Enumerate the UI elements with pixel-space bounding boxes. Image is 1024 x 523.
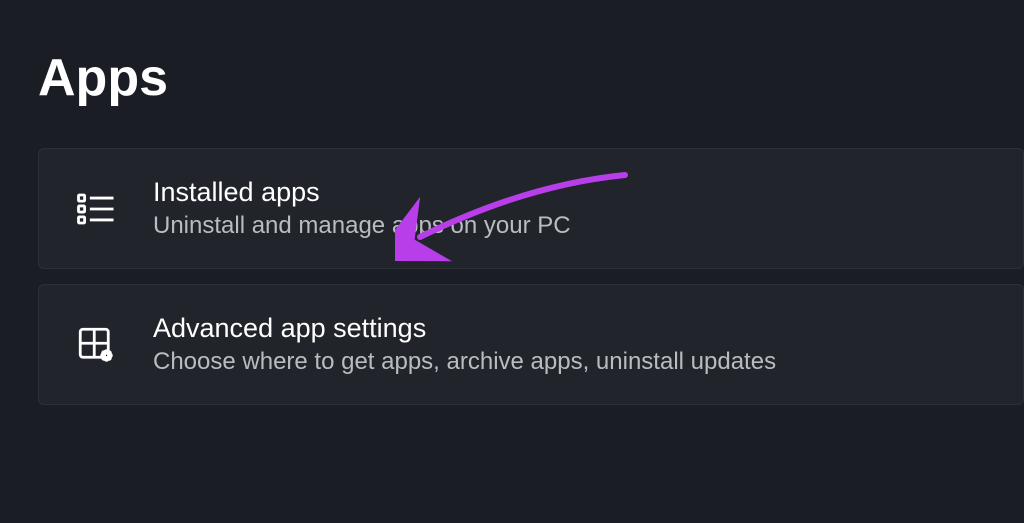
grid-gear-icon <box>73 322 118 367</box>
item-title: Installed apps <box>153 177 571 208</box>
settings-item-installed-apps[interactable]: Installed apps Uninstall and manage apps… <box>38 148 1024 269</box>
settings-item-advanced-app-settings[interactable]: Advanced app settings Choose where to ge… <box>38 284 1024 405</box>
settings-list: Installed apps Uninstall and manage apps… <box>0 108 1024 405</box>
item-description: Uninstall and manage apps on your PC <box>153 212 571 240</box>
item-description: Choose where to get apps, archive apps, … <box>153 348 776 376</box>
item-text: Installed apps Uninstall and manage apps… <box>153 177 571 240</box>
page-title: Apps <box>0 0 1024 108</box>
item-text: Advanced app settings Choose where to ge… <box>153 313 776 376</box>
list-icon <box>73 186 118 231</box>
item-title: Advanced app settings <box>153 313 776 344</box>
